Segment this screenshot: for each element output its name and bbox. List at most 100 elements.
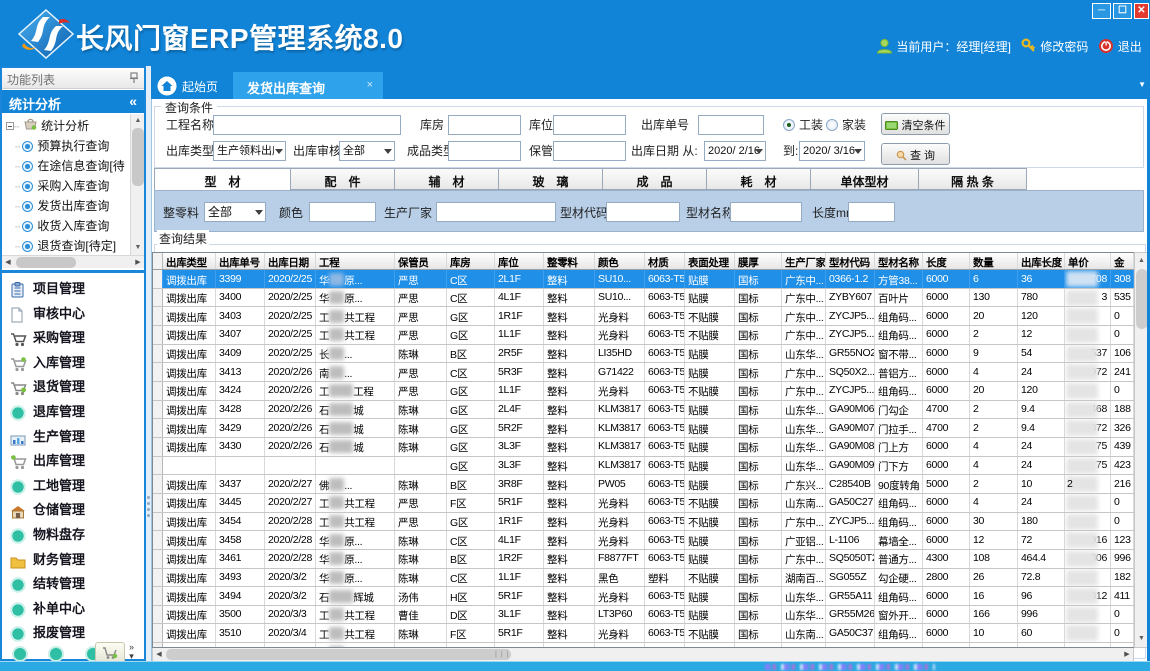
sidebar-item-结转管理[interactable]: 结转管理: [2, 569, 144, 594]
sidebar-item-仓储管理[interactable]: 仓储管理: [2, 495, 144, 520]
keeper-input[interactable]: [553, 141, 626, 161]
tree-item[interactable]: ╌退货查询[待定]: [2, 234, 130, 254]
tab-list-dropdown-icon[interactable]: ▼: [1138, 80, 1146, 89]
sidebar-item-出库管理[interactable]: 出库管理: [2, 446, 144, 471]
column-header[interactable]: 膜厚: [735, 253, 782, 269]
tab-shipping-query[interactable]: 发货出库查询 ×: [233, 72, 383, 99]
table-row[interactable]: 调拨出库34092020/2/25长...陈琳B区2R5F整料LI35HD606…: [153, 345, 1134, 364]
sidebar-item-生产管理[interactable]: 生产管理: [2, 422, 144, 447]
tree-item[interactable]: ╌采购入库查询: [2, 174, 130, 194]
table-row[interactable]: 调拨出库35102020/3/4工共工程陈琳F区5R1F整料光身料6063-T5…: [153, 624, 1134, 643]
toolbar-dot-icon[interactable]: [50, 648, 62, 660]
whole-select[interactable]: 全部: [204, 202, 266, 222]
grid-horizontal-scrollbar[interactable]: ◀ ❘❘❘ ▶: [152, 648, 1134, 662]
sidebar-item-项目管理[interactable]: 项目管理: [2, 274, 144, 299]
table-row[interactable]: 调拨出库34372020/2/27佛...陈琳B区3R8F整料PW056063-…: [153, 475, 1134, 494]
sidebar-item-报废管理[interactable]: 报废管理: [2, 618, 144, 643]
minimize-button[interactable]: ─: [1092, 3, 1111, 19]
maximize-button[interactable]: ☐: [1113, 3, 1132, 19]
date-to-select[interactable]: 2020/ 3/16: [799, 141, 865, 161]
scroll-up-arrow[interactable]: ▲: [131, 114, 145, 128]
sidebar-section-header[interactable]: 统计分析 «: [2, 90, 144, 113]
material-tab-单体型材[interactable]: 单体型材: [811, 168, 919, 190]
scroll-left-arrow[interactable]: ◀: [2, 257, 14, 269]
tree-item[interactable]: ╌发货出库查询: [2, 194, 130, 214]
material-tab-成品[interactable]: 成 品: [603, 168, 707, 190]
audit-select[interactable]: 全部: [339, 141, 395, 161]
table-row[interactable]: 调拨出库34932020/3/2华原...陈琳C区1L1F整料黑色塑料不贴膜国标…: [153, 569, 1134, 588]
column-header[interactable]: 单价: [1065, 253, 1111, 269]
sidebar-item-退货管理[interactable]: 退货管理: [2, 372, 144, 397]
code-input[interactable]: [606, 202, 680, 222]
color-input[interactable]: [309, 202, 376, 222]
column-header[interactable]: 出库类型: [163, 253, 216, 269]
clear-conditions-button[interactable]: 清空条件: [881, 113, 950, 135]
table-row[interactable]: 调拨出库35002020/3/3工共工程曹佳D区3L1F整料LT3P606063…: [153, 606, 1134, 625]
search-button[interactable]: 查 询: [881, 143, 950, 165]
column-header[interactable]: 工程: [316, 253, 395, 269]
grid-scroll-right[interactable]: ▶: [1121, 649, 1133, 661]
tree-item[interactable]: ╌预算执行查询: [2, 134, 130, 154]
column-header[interactable]: 型材名称: [875, 253, 923, 269]
column-header[interactable]: 出库单号: [216, 253, 265, 269]
column-header[interactable]: 表面处理: [685, 253, 735, 269]
grid-scroll-left[interactable]: ◀: [153, 649, 165, 661]
date-from-select[interactable]: 2020/ 2/16: [704, 141, 766, 161]
column-header[interactable]: 保管员: [395, 253, 447, 269]
table-row[interactable]: 调拨出库34242020/2/26工工程严思G区1L1F整料光身料6063-T5…: [153, 382, 1134, 401]
column-header[interactable]: 库位: [495, 253, 544, 269]
sidebar-item-物料盘存[interactable]: 物料盘存: [2, 520, 144, 545]
table-row[interactable]: G区3L3F整料KLM38176063-T5贴膜国标山东华...GA90M09.…: [153, 457, 1134, 476]
radio-jiazhuang[interactable]: [826, 119, 838, 131]
project-name-input[interactable]: [213, 115, 401, 135]
material-tab-型材[interactable]: 型 材: [154, 168, 291, 191]
table-row[interactable]: 调拨出库34132020/2/26南...严思C区5R3F整料G71422606…: [153, 363, 1134, 382]
column-header[interactable]: 出库日期: [265, 253, 316, 269]
table-row[interactable]: 调拨出库34452020/2/27工共工程严思F区5R1F整料光身料6063-T…: [153, 494, 1134, 513]
scroll-right-arrow[interactable]: ▶: [132, 257, 144, 269]
tree-hscroll-thumb[interactable]: [16, 257, 76, 268]
column-header[interactable]: 金: [1111, 253, 1134, 269]
column-header[interactable]: 颜色: [595, 253, 645, 269]
tree-root[interactable]: ╌ 统计分析: [2, 114, 130, 134]
sidebar-item-工地管理[interactable]: 工地管理: [2, 471, 144, 496]
toolbar-more-button[interactable]: »▾: [129, 643, 134, 661]
table-row[interactable]: 调拨出库33992020/2/25华原...严思C区2L1F整料SU10...6…: [153, 270, 1134, 289]
column-header[interactable]: 数量: [970, 253, 1018, 269]
column-header[interactable]: 长度: [923, 253, 970, 269]
sidebar-item-采购管理[interactable]: 采购管理: [2, 323, 144, 348]
table-row[interactable]: 调拨出库34002020/2/25华原...严思C区4L1F整料SU10...6…: [153, 289, 1134, 308]
close-button[interactable]: ✕: [1134, 3, 1149, 19]
table-row[interactable]: 调拨出库34302020/2/26石城陈琳G区3L3F整料KLM38176063…: [153, 438, 1134, 457]
sidebar-item-补单中心[interactable]: 补单中心: [2, 594, 144, 619]
out-type-select[interactable]: 生产领料出库: [213, 141, 286, 161]
tree-horizontal-scrollbar[interactable]: ◀ ▶: [2, 255, 144, 268]
column-header[interactable]: 型材代码: [826, 253, 875, 269]
tree-vertical-scrollbar[interactable]: ▲ ▼: [130, 114, 144, 255]
sidebar-item-财务管理[interactable]: 财务管理: [2, 545, 144, 570]
name-input[interactable]: [730, 202, 802, 222]
sidebar-item-入库管理[interactable]: 入库管理: [2, 348, 144, 373]
table-row[interactable]: 调拨出库34582020/2/28华原...陈琳C区4L1F整料光身料6063-…: [153, 531, 1134, 550]
material-tab-耗材[interactable]: 耗 材: [707, 168, 811, 190]
material-tab-配件[interactable]: 配 件: [291, 168, 395, 190]
warehouse-input[interactable]: [448, 115, 521, 135]
column-header[interactable]: 生产厂家: [782, 253, 826, 269]
tree-expand-icon[interactable]: [6, 122, 14, 130]
column-header[interactable]: 库房: [447, 253, 495, 269]
table-row[interactable]: 调拨出库34282020/2/26石城陈琳G区2L4F整料KLM38176063…: [153, 401, 1134, 420]
length-input[interactable]: [848, 202, 895, 222]
radio-gongzhuang[interactable]: [783, 119, 795, 131]
sidebar-item-审核中心[interactable]: 审核中心: [2, 299, 144, 324]
sidebar-item-退库管理[interactable]: 退库管理: [2, 397, 144, 422]
tab-home[interactable]: 起始页: [153, 72, 228, 99]
logout-link[interactable]: 退出: [1118, 40, 1142, 54]
table-row[interactable]: 调拨出库34292020/2/26石城陈琳G区5R2F整料KLM38176063…: [153, 419, 1134, 438]
toolbar-dot-icon[interactable]: [14, 648, 26, 660]
location-input[interactable]: [553, 115, 626, 135]
tab-close-icon[interactable]: ×: [367, 79, 373, 91]
vendor-input[interactable]: [436, 202, 556, 222]
product-type-input[interactable]: [448, 141, 521, 161]
table-row[interactable]: 调拨出库34542020/2/28工共工程严思G区1R1F整料光身料6063-T…: [153, 513, 1134, 532]
column-header[interactable]: 材质: [645, 253, 685, 269]
